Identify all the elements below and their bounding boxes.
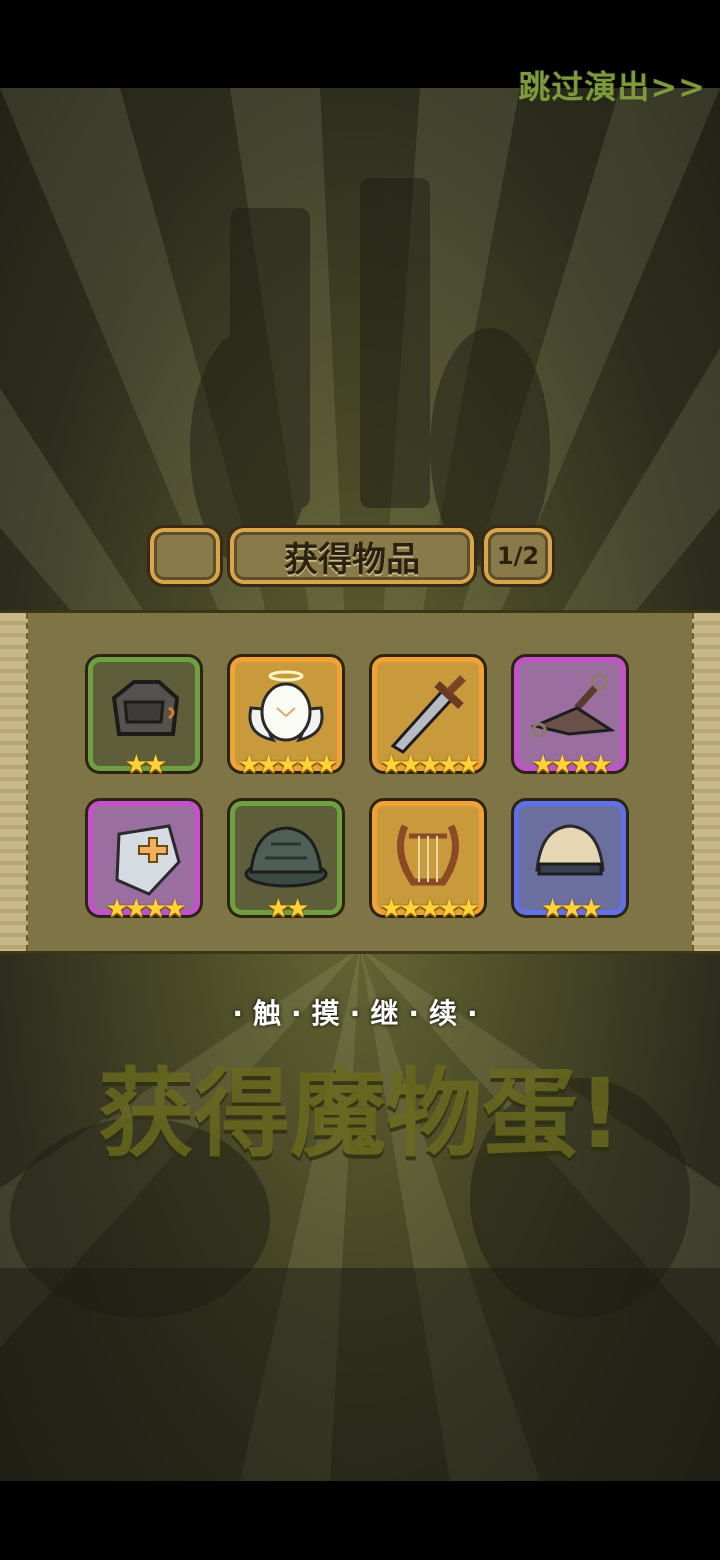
item-slot[interactable]: ★★★★★ — [372, 657, 484, 778]
lyre-icon — [397, 824, 459, 886]
header-row: 获得物品 1/2 — [0, 528, 720, 584]
star-rating: ★★★★★ — [237, 750, 339, 780]
item-slot[interactable]: ★★ — [230, 801, 342, 922]
panel-edge-left — [0, 613, 28, 951]
item-slot[interactable]: ★★★★★ — [230, 657, 342, 778]
star-rating: ★★★★★ — [379, 894, 481, 924]
item-slot[interactable]: ★★★★★ — [372, 801, 484, 922]
skip-animation-button[interactable]: 跳过演出>> — [518, 62, 706, 108]
star-rating: ★★ — [124, 750, 168, 780]
turtle-shell-icon — [244, 826, 328, 888]
shield-icon — [115, 824, 181, 896]
star-rating: ★★★★ — [531, 750, 612, 780]
page-counter: 1/2 — [496, 542, 540, 570]
touch-to-continue[interactable]: ·触·摸·继·续· — [0, 992, 720, 1032]
star-rating: ★★★★ — [105, 894, 186, 924]
left-plaque — [150, 528, 220, 584]
angel-egg-icon — [248, 670, 324, 743]
background-banner-text: 获得魔物蛋! — [98, 1058, 622, 1170]
item-slot[interactable]: ★★★ — [514, 801, 626, 922]
stone-armor-icon — [111, 680, 180, 736]
item-slot[interactable]: ★★★★ — [514, 657, 626, 778]
star-rating: ★★ — [266, 894, 310, 924]
page-indicator: 1/2 — [484, 528, 552, 584]
page-title: 获得物品 — [284, 539, 420, 580]
kunai-icon — [530, 673, 615, 738]
fur-hat-icon — [535, 824, 605, 876]
items-panel: ★★ ★★★★★ ★★★★★ ★★★★ ★★★★ ★★ ★★★★★ ★★★ — [0, 610, 720, 954]
panel-edge-right — [692, 613, 720, 951]
item-slot[interactable]: ★★★★ — [88, 801, 200, 922]
title-plaque: 获得物品 — [230, 528, 474, 584]
item-slot[interactable]: ★★ — [88, 657, 200, 778]
star-rating: ★★★★★ — [379, 750, 481, 780]
star-rating: ★★★ — [541, 894, 603, 924]
sword-icon — [390, 675, 466, 754]
